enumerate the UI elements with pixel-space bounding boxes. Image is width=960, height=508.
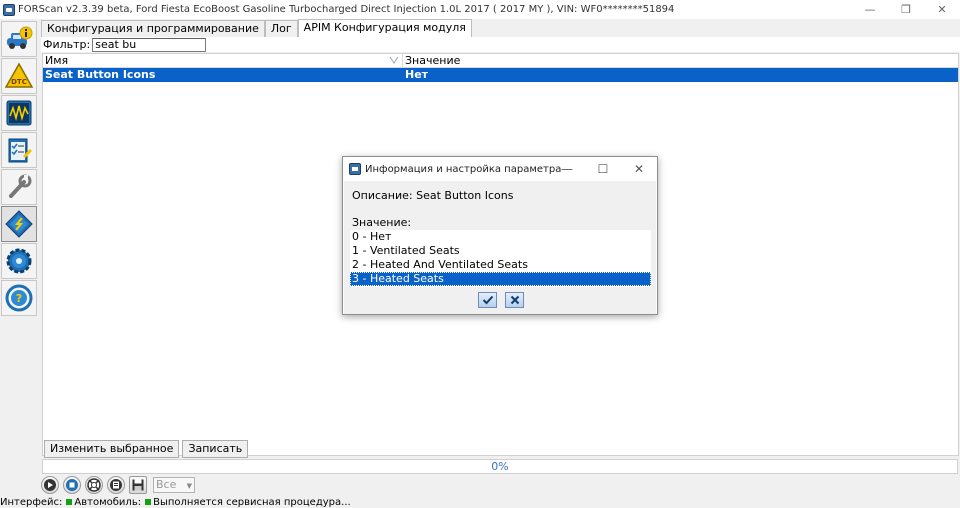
settings-button[interactable] (1, 243, 37, 279)
help-steering-icon: ? (5, 284, 33, 312)
filter-row: Фильтр: (41, 37, 960, 52)
filter-select-value: Все (156, 478, 177, 491)
dialog-title-bar: Информация и настройка параметра — ☐ ✕ (343, 157, 657, 181)
status-vehicle-label: Автомобиль: (74, 497, 142, 508)
status-bar: Интерфейс: Автомобиль: Выполняется сервисн… (0, 497, 960, 508)
help-button[interactable]: ? (1, 280, 37, 316)
value-options-list[interactable]: 0 - Нет 1 - Ventilated Seats 2 - Heated … (350, 230, 651, 287)
stop-button[interactable] (63, 476, 81, 494)
dialog-maximize-button[interactable]: ☐ (585, 157, 621, 181)
play-icon (44, 479, 56, 491)
svg-text:?: ? (16, 292, 22, 305)
list-item[interactable]: 1 - Ventilated Seats (350, 244, 651, 258)
lifebuoy-button[interactable] (85, 476, 103, 494)
vehicle-status-icon (145, 499, 152, 505)
title-bar: FORScan v2.3.39 beta, Ford Fiesta EcoBoo… (0, 0, 960, 19)
progress-text: 0% (491, 460, 509, 473)
left-toolbar: DTC ? (0, 19, 38, 499)
log-button[interactable] (107, 476, 125, 494)
oscilloscope-icon (6, 100, 32, 126)
tab-strip: Конфигурация и программирование Лог APIM… (41, 19, 472, 37)
dialog-actions (478, 292, 524, 308)
dialog-title: Информация и настройка параметра (365, 163, 562, 175)
checkmark-icon (482, 295, 493, 305)
close-button[interactable]: ✕ (924, 0, 960, 19)
minimize-button[interactable]: — (852, 0, 888, 19)
parameter-dialog: Информация и настройка параметра — ☐ ✕ О… (342, 156, 658, 315)
module-programming-button[interactable] (1, 206, 37, 242)
list-item-selected[interactable]: 3 - Heated Seats (350, 272, 651, 286)
list-item[interactable]: 2 - Heated And Ventilated Seats (350, 258, 651, 272)
tab-log[interactable]: Лог (264, 20, 298, 37)
chevron-down-icon: ▼ (186, 482, 192, 490)
log-icon (110, 479, 122, 491)
tab-apim-configuration[interactable]: APIM Конфигурация модуля (297, 19, 472, 37)
filter-label: Фильтр: (43, 38, 91, 51)
filter-input[interactable] (92, 37, 207, 52)
row-name-cell: Seat Button Icons (45, 68, 156, 81)
svg-text:DTC: DTC (11, 78, 27, 86)
bottom-controls: Все ▼ (41, 476, 195, 494)
status-interface-label: Интерфейс: (0, 497, 63, 508)
write-button[interactable]: Записать (182, 440, 249, 458)
filter-select[interactable]: Все ▼ (153, 477, 195, 493)
close-icon (510, 295, 519, 305)
action-buttons: Изменить выбранное Записать (44, 440, 249, 458)
stop-icon (66, 479, 78, 491)
grid-header: Имя Значение (43, 54, 958, 68)
dtc-warning-icon: DTC (4, 62, 34, 88)
row-value-cell: Нет (405, 68, 429, 81)
oscilloscope-button[interactable] (1, 95, 37, 131)
sort-arrow-icon (389, 56, 399, 64)
window-title: FORScan v2.3.39 beta, Ford Fiesta EcoBoo… (18, 4, 675, 15)
checklist-icon (8, 138, 33, 163)
gear-icon (6, 248, 32, 274)
dialog-description: Описание: Seat Button Icons (352, 189, 514, 202)
checklist-button[interactable] (1, 132, 37, 168)
dialog-window-controls: — ☐ ✕ (549, 157, 657, 181)
dialog-close-button[interactable]: ✕ (621, 157, 657, 181)
progress-bar: 0% (42, 459, 958, 474)
wrench-icon (9, 174, 32, 198)
vehicle-info-button[interactable] (1, 21, 37, 57)
confirm-button[interactable] (478, 292, 497, 308)
edit-selected-button[interactable]: Изменить выбранное (44, 440, 180, 458)
dialog-body: Описание: Seat Button Icons Значение: 0 … (344, 181, 656, 314)
tab-configuration-programming[interactable]: Конфигурация и программирование (41, 20, 265, 37)
dtc-button[interactable]: DTC (1, 58, 37, 94)
chip-programming-icon (5, 210, 33, 238)
play-button[interactable] (41, 476, 59, 494)
interface-status-icon (66, 499, 73, 505)
column-header-value[interactable]: Значение (403, 54, 958, 68)
lifebuoy-icon (87, 478, 101, 492)
service-button[interactable] (1, 169, 37, 205)
app-icon (3, 3, 15, 16)
column-header-name[interactable]: Имя (43, 54, 403, 68)
save-button[interactable] (129, 476, 147, 494)
vehicle-info-icon (7, 26, 33, 49)
dialog-minimize-button[interactable]: — (549, 157, 585, 181)
table-row[interactable]: Seat Button Icons Нет (43, 68, 958, 82)
cancel-button[interactable] (505, 292, 524, 308)
status-message: Выполняется сервисная процедура... (153, 497, 351, 508)
window-controls: — ❐ ✕ (852, 0, 960, 19)
floppy-disk-icon (132, 479, 144, 491)
dialog-app-icon (349, 163, 361, 175)
maximize-button[interactable]: ❐ (888, 0, 924, 19)
dialog-value-label: Значение: (352, 216, 412, 229)
list-item[interactable]: 0 - Нет (350, 230, 651, 244)
